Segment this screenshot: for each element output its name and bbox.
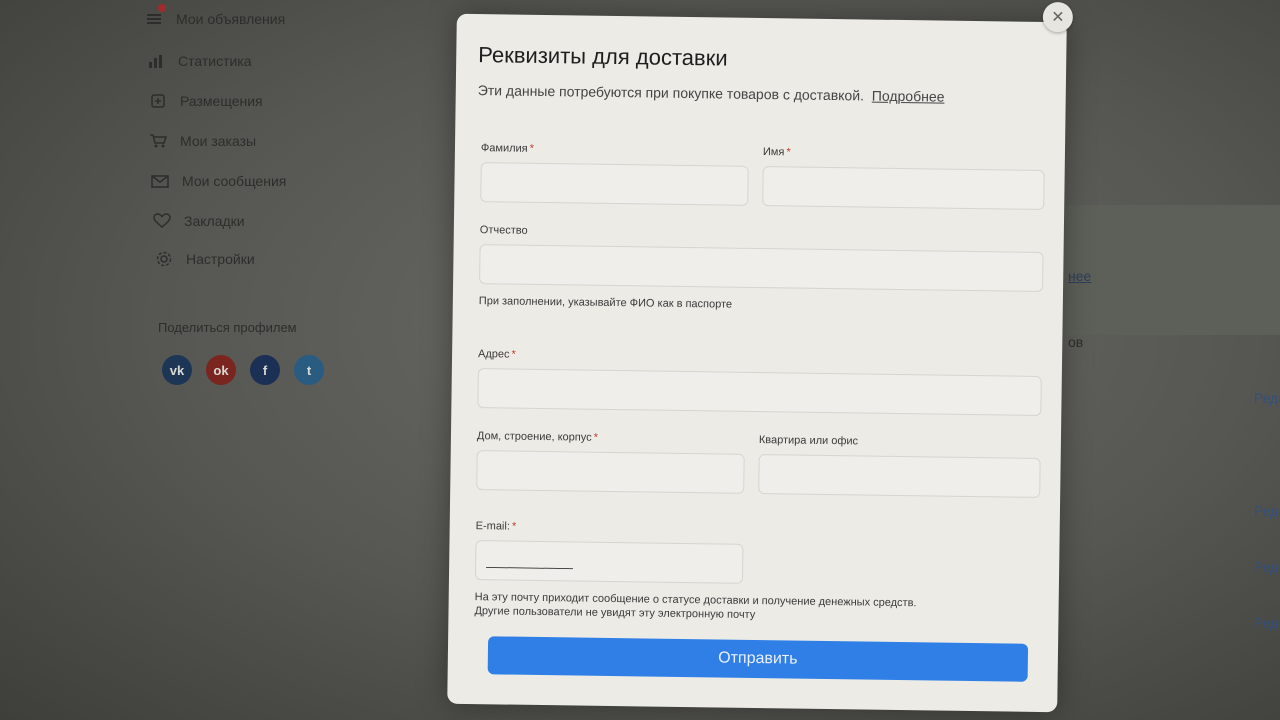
placement-icon — [148, 92, 168, 110]
address-input[interactable] — [477, 368, 1042, 416]
apartment-label-text: Квартира или офис — [758, 434, 859, 448]
apartment-input[interactable] — [758, 454, 1041, 498]
sidebar-item-my-ads[interactable]: Мои объявления — [144, 4, 286, 28]
address-label: Адрес * — [478, 348, 516, 361]
required-mark: * — [529, 142, 535, 155]
edit-link[interactable]: Реда — [1254, 503, 1280, 519]
required-mark: * — [511, 348, 516, 361]
last-name-input[interactable] — [480, 162, 749, 206]
middle-name-input[interactable] — [479, 244, 1044, 292]
sidebar-item-bookmarks[interactable]: Закладки — [152, 212, 245, 230]
edit-link[interactable]: Реда — [1254, 390, 1280, 406]
more-info-link[interactable]: Подробнее — [872, 88, 945, 105]
close-button[interactable]: ✕ — [1042, 1, 1074, 33]
mail-icon — [150, 172, 170, 190]
house-input[interactable] — [476, 450, 745, 494]
vk-icon: vk — [169, 362, 185, 378]
sidebar-item-label: Мои заказы — [180, 133, 257, 149]
edit-link[interactable]: Реда — [1254, 559, 1280, 575]
odnoklassniki-share-button[interactable]: ok — [206, 355, 236, 385]
last-name-label: Фамилия * — [481, 142, 534, 155]
background-text-fragment: ов — [1068, 334, 1084, 350]
sidebar-item-label: Мои объявления — [176, 11, 286, 27]
sidebar-item-stats[interactable]: Статистика — [146, 52, 252, 70]
cart-icon — [148, 132, 168, 150]
subtitle-text: Эти данные потребуются при покупке товар… — [477, 82, 865, 104]
close-icon: ✕ — [1051, 9, 1065, 27]
house-label: Дом, строение, корпус * — [477, 430, 598, 444]
modal-subtitle: Эти данные потребуются при покупке товар… — [478, 82, 945, 105]
stats-icon — [146, 52, 166, 70]
background-link-fragment[interactable]: нее — [1068, 268, 1091, 284]
sidebar-item-orders[interactable]: Мои заказы — [148, 132, 256, 150]
edit-link[interactable]: Реда — [1254, 615, 1280, 631]
sidebar-item-messages[interactable]: Мои сообщения — [150, 172, 286, 190]
twitter-share-button[interactable]: t — [294, 355, 324, 385]
house-label-text: Дом, строение, корпус — [476, 430, 592, 444]
listing-icon — [144, 4, 166, 28]
last-name-label-text: Фамилия — [480, 142, 528, 155]
social-links: vk ok f t — [162, 355, 324, 385]
heart-icon — [152, 212, 172, 230]
required-mark: * — [593, 431, 599, 444]
sidebar-item-label: Мои сообщения — [182, 173, 287, 189]
address-label-text: Адрес — [478, 348, 510, 361]
notification-badge — [158, 4, 166, 12]
background-panel — [1060, 205, 1280, 335]
required-mark: * — [786, 146, 791, 159]
submit-button[interactable]: Отправить — [487, 636, 1029, 682]
sidebar-item-label: Статистика — [178, 53, 252, 69]
middle-name-label-text: Отчество — [479, 224, 528, 237]
fio-hint: При заполнении, указывайте ФИО как в пас… — [478, 295, 733, 311]
email-label-text: E-mail: — [475, 520, 511, 533]
first-name-label-text: Имя — [762, 146, 785, 159]
email-hint: На эту почту приходит сообщение о статус… — [474, 590, 916, 624]
sidebar-item-label: Настройки — [186, 251, 255, 267]
email-input[interactable] — [474, 540, 744, 584]
first-name-input[interactable] — [762, 166, 1045, 210]
sidebar-item-label: Закладки — [184, 213, 245, 229]
sidebar-item-settings[interactable]: Настройки — [154, 250, 255, 268]
gear-icon — [154, 250, 174, 268]
required-mark: * — [511, 520, 517, 533]
facebook-share-button[interactable]: f — [250, 355, 280, 385]
modal-title: Реквизиты для доставки — [478, 42, 728, 71]
email-label: E-mail: * — [476, 520, 517, 533]
sidebar-item-placements[interactable]: Размещения — [148, 92, 263, 110]
share-profile-title: Поделиться профилем — [158, 320, 297, 335]
first-name-label: Имя * — [763, 146, 791, 158]
apartment-label: Квартира или офис — [759, 434, 858, 447]
odnoklassniki-icon: ok — [213, 362, 229, 378]
facebook-icon: f — [262, 362, 268, 378]
delivery-details-modal: ✕ Реквизиты для доставки Эти данные потр… — [447, 1, 1074, 713]
screen: Мои объявления Статистика Размещения Мои… — [0, 0, 1280, 720]
twitter-icon: t — [306, 362, 312, 378]
middle-name-label: Отчество — [480, 224, 528, 237]
sidebar-item-label: Размещения — [180, 93, 263, 109]
vk-share-button[interactable]: vk — [162, 355, 192, 385]
